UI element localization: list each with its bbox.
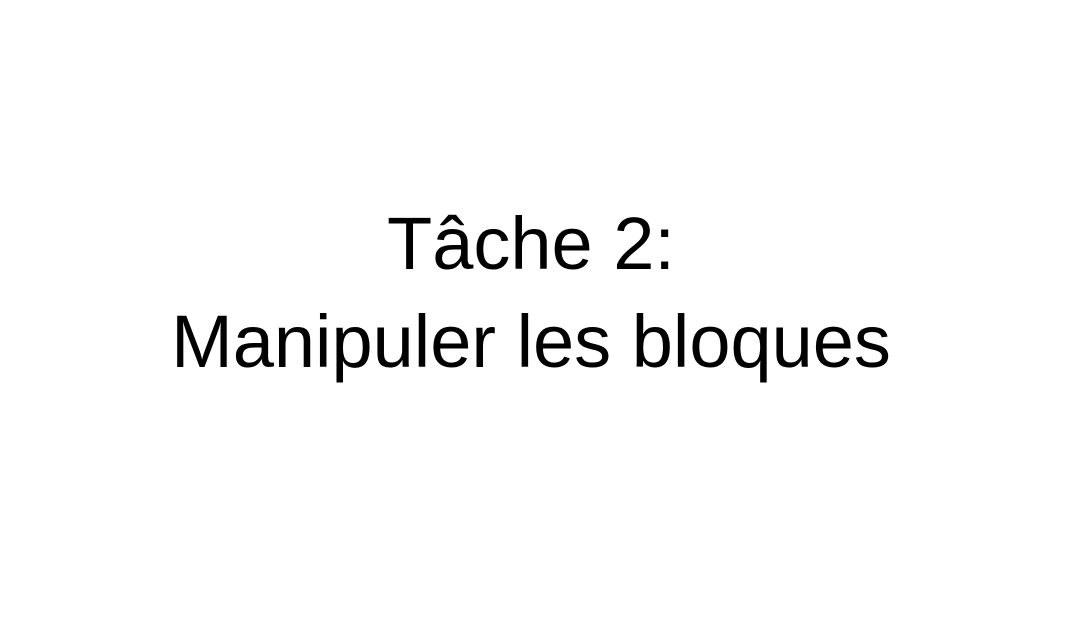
slide-canvas: Tâche 2: Manipuler les bloques (0, 0, 1089, 619)
slide-title: Tâche 2: Manipuler les bloques (0, 195, 1062, 391)
title-line-task-number: Tâche 2: (387, 202, 675, 285)
title-line-task-description: Manipuler les bloques (171, 300, 891, 383)
